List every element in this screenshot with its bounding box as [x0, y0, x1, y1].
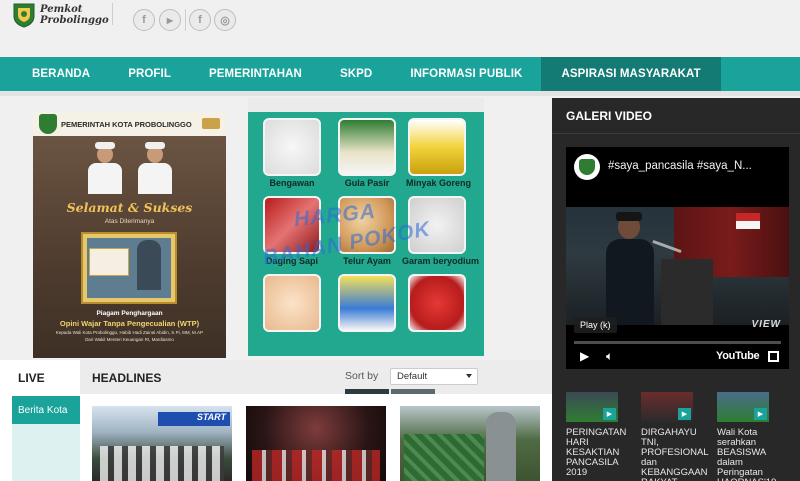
news-thumbnail[interactable]: START: [92, 406, 232, 481]
nav-item-pemerintahan[interactable]: PEMERINTAHAN: [190, 57, 321, 91]
headlines-panel: HEADLINES Sort by Default START: [80, 360, 552, 481]
nav-item-profil[interactable]: PROFIL: [109, 57, 190, 91]
chicken-image: [263, 274, 321, 332]
official-photo: [135, 142, 175, 194]
commodity-label: Minyak Goreng: [406, 178, 472, 188]
video-caption[interactable]: Wali Kota serahkan BEASISWA dalam Pering…: [717, 428, 776, 481]
youtube-player[interactable]: #saya_pancasila #saya_N... Play (k) VIEW…: [566, 147, 789, 369]
milk-image: [338, 274, 396, 332]
play-icon[interactable]: ▶: [678, 408, 691, 420]
player-controls: ▶ 🔈︎ YouTube: [566, 346, 789, 369]
news-section: LIVE Berita Kota HEADLINES Sort by Defau…: [0, 360, 552, 481]
chili-image: [408, 274, 466, 332]
commodity-item: [336, 274, 398, 332]
video-thumbnail[interactable]: ▶ PERINGATAN HARI KESAKTIAN PANCASILA 20…: [566, 392, 626, 478]
commodity-label: Garam beryodium: [402, 256, 480, 266]
city-emblem-icon: [39, 114, 57, 134]
view-watermark: VIEW: [751, 319, 781, 330]
commodity-item: Bengawan: [261, 118, 323, 188]
video-title[interactable]: #saya_pancasila #saya_N...: [608, 160, 752, 172]
nav-strip: [0, 91, 800, 96]
wtp-banner-header: PEMERINTAH KOTA PROBOLINGGO: [33, 112, 226, 136]
youtube-icon[interactable]: ▶: [159, 9, 181, 31]
commodity-label: Telur Ayam: [343, 256, 391, 266]
live-title: LIVE: [18, 371, 45, 385]
logo-line-1: Pemkot: [40, 4, 83, 15]
play-icon[interactable]: ▶: [603, 408, 616, 420]
headlines-bar: HEADLINES Sort by Default: [80, 360, 552, 394]
commodity-label: Gula Pasir: [344, 178, 390, 188]
live-tab-panel: [12, 424, 80, 481]
top-bar: Pemkot Probolinggo f ▶ f ◎: [0, 0, 800, 57]
award-photo-frame: [81, 232, 177, 304]
play-icon[interactable]: ▶: [754, 408, 767, 420]
live-panel: LIVE Berita Kota: [0, 360, 80, 481]
galeri-video-title: GALERI VIDEO: [566, 109, 653, 123]
rice-image: [263, 118, 321, 176]
video-thumbnail[interactable]: ▶ DIRGAHAYU TNI, PROFESIONAL dan KEBANGG…: [641, 392, 708, 481]
sort-by-label: Sort by: [345, 370, 379, 382]
wtp-kepada-text: Kepada Wali Kota Probolinggo, Habib Hadi…: [55, 330, 204, 335]
volume-icon[interactable]: 🔈︎: [606, 349, 613, 364]
view-toggles: [345, 389, 435, 394]
fullscreen-icon[interactable]: [768, 351, 779, 362]
chevron-down-icon: [466, 374, 472, 378]
official-photo: [85, 142, 125, 194]
wtp-banner[interactable]: PEMERINTAH KOTA PROBOLINGGO Selamat & Su…: [33, 112, 226, 358]
facebook-icon[interactable]: f: [189, 9, 211, 31]
logo-text: Pemkot Probolinggo: [40, 4, 109, 26]
logo-line-2: Probolinggo: [40, 15, 109, 26]
site-logo[interactable]: Pemkot Probolinggo: [12, 2, 109, 28]
commodity-item: [261, 274, 323, 332]
grid-view-toggle[interactable]: [345, 389, 389, 394]
play-icon[interactable]: ▶: [580, 349, 589, 363]
facebook-icon[interactable]: f: [133, 9, 155, 31]
main-nav: BERANDA PROFIL PEMERINTAHAN SKPD INFORMA…: [0, 57, 800, 91]
divider: [185, 9, 186, 31]
divider: [112, 3, 113, 25]
wtp-header-text: PEMERINTAH KOTA PROBOLINGGO: [61, 119, 192, 129]
wtp-banner-body: Selamat & Sukses Atas Diterimanya Piagam…: [33, 136, 226, 358]
video-caption[interactable]: DIRGAHAYU TNI, PROFESIONAL dan KEBANGGAA…: [641, 428, 708, 481]
galeri-video-panel: GALERI VIDEO #saya_pancasila #saya_N... …: [552, 98, 800, 481]
city-emblem-icon: [13, 3, 35, 28]
wtp-oleh-text: Dari Wakil Menteri Keuangan RI, Mardiasm…: [85, 337, 174, 342]
wtp-piagam-text: Piagam Penghargaan: [96, 310, 163, 317]
tab-berita-kota[interactable]: Berita Kota: [12, 396, 80, 424]
wtp-badge-icon: [202, 118, 220, 129]
news-thumbnail[interactable]: [400, 406, 540, 481]
list-view-toggle[interactable]: [391, 389, 435, 394]
instagram-icon[interactable]: ◎: [214, 9, 236, 31]
nav-item-beranda[interactable]: BERANDA: [0, 57, 109, 91]
sort-select[interactable]: Default: [390, 368, 478, 385]
nav-item-informasi-publik[interactable]: INFORMASI PUBLIK: [391, 57, 541, 91]
headlines-title: HEADLINES: [92, 371, 162, 385]
youtube-logo[interactable]: YouTube: [716, 350, 760, 362]
news-thumbnail[interactable]: [246, 406, 386, 481]
divider: [552, 133, 800, 134]
sort-select-value: Default: [397, 371, 428, 382]
play-tooltip: Play (k): [574, 317, 617, 333]
cooking-oil-image: [408, 118, 466, 176]
video-thumbnail[interactable]: ▶ Wali Kota serahkan BEASISWA dalam Peri…: [717, 392, 776, 481]
harga-grid: Bengawan Gula Pasir Minyak Goreng Daging…: [248, 112, 484, 356]
commodity-label: Bengawan: [269, 178, 315, 188]
harga-bahan-pokok-banner[interactable]: Bengawan Gula Pasir Minyak Goreng Daging…: [248, 98, 484, 356]
commodity-item: Gula Pasir: [336, 118, 398, 188]
commodity-item: [406, 274, 468, 332]
channel-avatar[interactable]: [574, 154, 600, 180]
sugar-image: [338, 118, 396, 176]
wtp-selamat-text: Selamat & Sukses: [66, 200, 193, 215]
page: Pemkot Probolinggo f ▶ f ◎ BERANDA PROFI…: [0, 0, 800, 481]
news-start-badge: START: [158, 412, 230, 426]
banner-top-strip: [248, 98, 484, 112]
nav-item-skpd[interactable]: SKPD: [321, 57, 391, 91]
video-progress-bar[interactable]: [574, 341, 781, 344]
nav-item-aspirasi-masyarakat[interactable]: ASPIRASI MASYARAKAT: [541, 57, 721, 91]
wtp-opini-text: Opini Wajar Tanpa Pengecualian (WTP): [59, 319, 200, 328]
video-caption[interactable]: PERINGATAN HARI KESAKTIAN PANCASILA 2019: [566, 428, 626, 478]
video-frame[interactable]: [566, 207, 789, 325]
commodity-item: Minyak Goreng: [406, 118, 472, 188]
wtp-atas-text: Atas Diterimanya: [104, 218, 155, 225]
